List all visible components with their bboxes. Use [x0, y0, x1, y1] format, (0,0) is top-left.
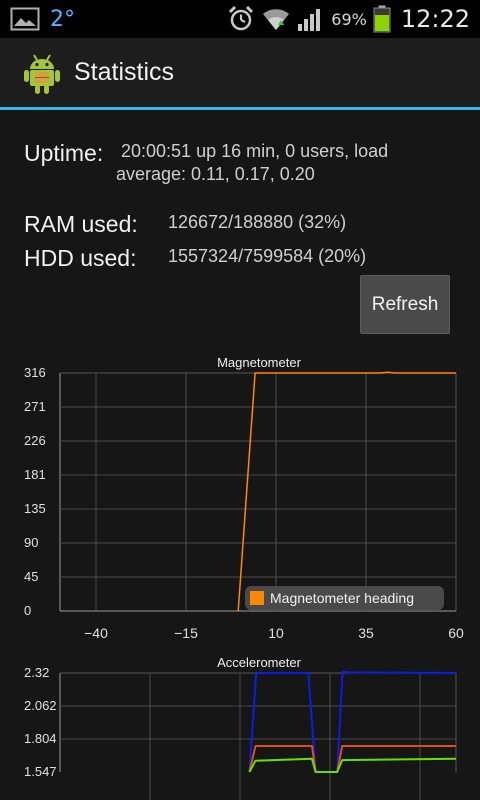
refresh-button[interactable]: Refresh — [360, 275, 450, 334]
y-tick-label: 2.062 — [24, 698, 57, 713]
ram-used-label: RAM used: — [24, 211, 138, 237]
action-bar: Statistics — [0, 38, 480, 110]
battery-icon — [373, 5, 391, 33]
y-tick-label: 226 — [24, 433, 46, 448]
signal-strength-icon — [298, 9, 321, 31]
android-logo-icon[interactable] — [22, 52, 62, 96]
y-tick-label: 181 — [24, 467, 46, 482]
wifi-icon — [263, 9, 290, 30]
screen-title: Statistics — [74, 58, 175, 86]
y-tick-label: 0 — [24, 603, 31, 618]
uptime-value-line2: average: 0.11, 0.17, 0.20 — [116, 164, 315, 184]
y-tick-label: 1.547 — [24, 764, 57, 779]
legend-swatch — [250, 591, 264, 605]
uptime-value-line1: 20:00:51 up 16 min, 0 users, load — [121, 141, 389, 161]
series-3-line — [248, 757, 457, 773]
status-clock: 12:22 — [400, 5, 470, 33]
ram-used-value: 126672/188880 (32%) — [168, 212, 347, 232]
hdd-used-label: HDD used: — [24, 245, 137, 271]
y-tick-label: 271 — [24, 399, 46, 414]
uptime-label: Uptime: — [24, 140, 104, 166]
y-tick-label: 1.804 — [24, 731, 57, 746]
y-tick-label: 90 — [24, 535, 38, 550]
x-tick-label: 35 — [358, 625, 374, 641]
hdd-used-value: 1557324/7599584 (20%) — [168, 246, 367, 266]
x-tick-label: 10 — [268, 625, 284, 641]
magnetometer-heading-line — [237, 371, 456, 612]
weather-temperature: 2° — [50, 6, 75, 32]
chart-legend: Magnetometer heading — [245, 586, 444, 610]
battery-percentage: 69% — [331, 9, 367, 29]
accelerometer-chart: Accelerometer 2.32 2.062 1.804 1.547 — [24, 655, 457, 800]
magnetometer-chart: Magnetometer 316 271 226 181 135 90 45 0 −40 −15 10… — [24, 355, 464, 641]
chart-title: Accelerometer — [217, 655, 301, 670]
gallery-icon — [10, 7, 40, 31]
x-tick-label: −15 — [174, 625, 198, 641]
status-bar: 2° 69% 12:22 — [0, 0, 480, 38]
series-1-line — [248, 670, 457, 773]
x-tick-label: −40 — [84, 625, 108, 641]
y-tick-label: 135 — [24, 501, 46, 516]
y-tick-label: 2.32 — [24, 665, 49, 680]
y-tick-label: 316 — [24, 365, 46, 380]
x-tick-label: 60 — [448, 625, 464, 641]
alarm-icon — [229, 5, 254, 31]
chart-title: Magnetometer — [217, 355, 301, 370]
legend-label: Magnetometer heading — [270, 590, 414, 606]
y-tick-label: 45 — [24, 569, 38, 584]
